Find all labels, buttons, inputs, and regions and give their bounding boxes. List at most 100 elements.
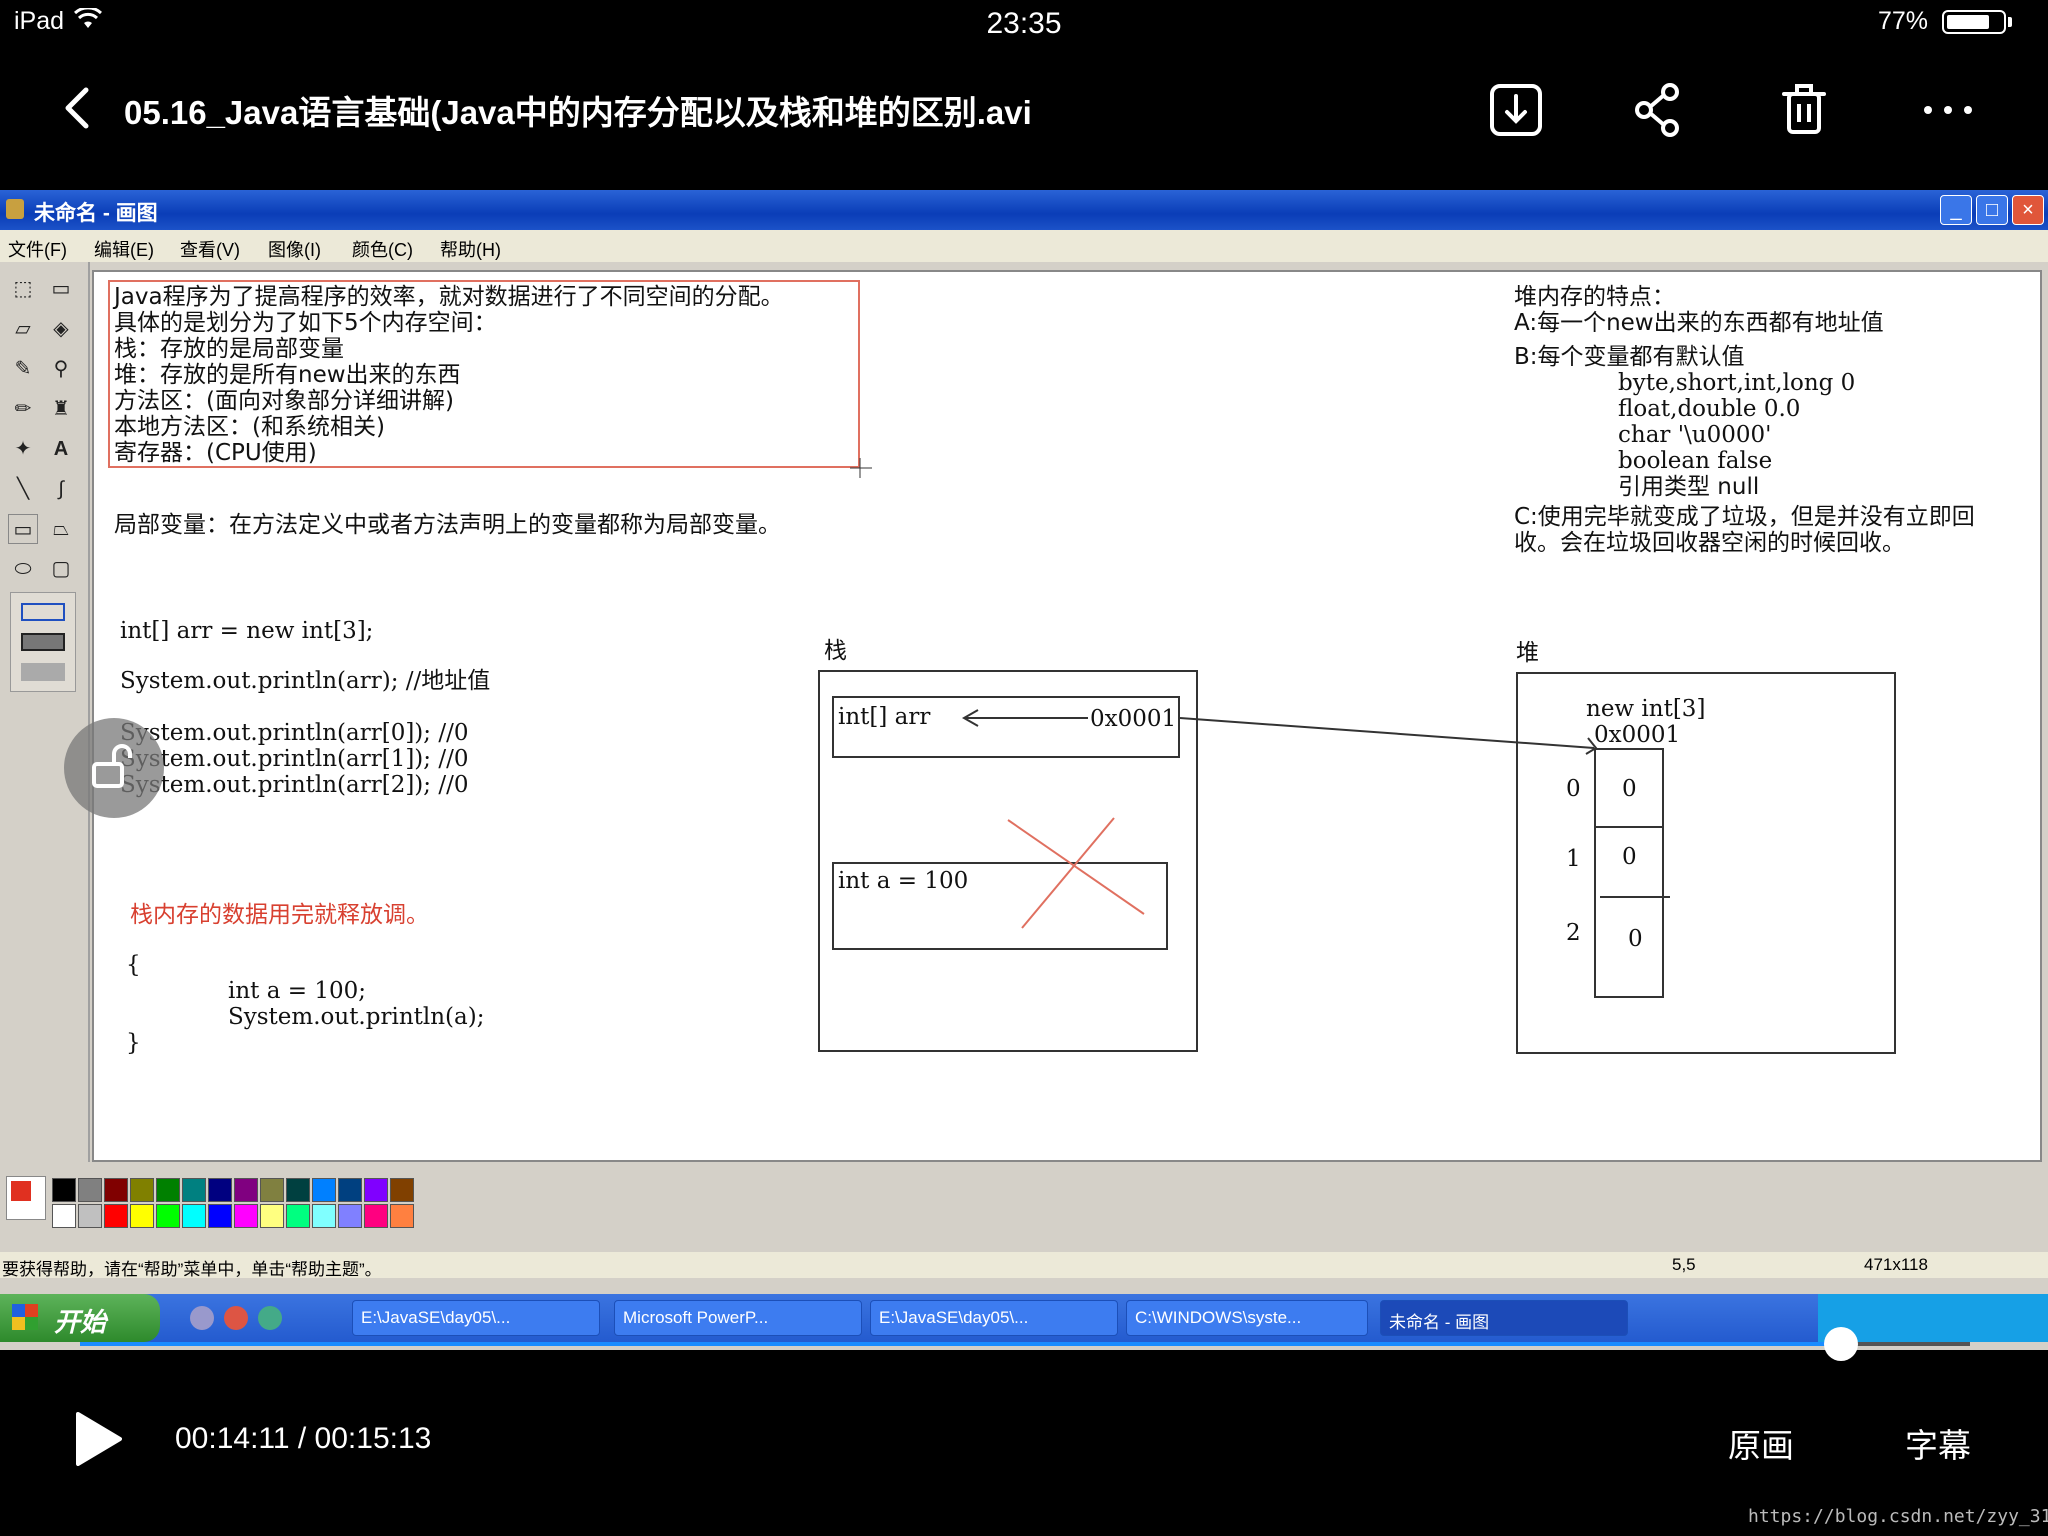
color-swatch [52, 1178, 76, 1202]
quicklaunch-desktop-icon [190, 1306, 214, 1330]
reference-arrow [1179, 717, 1595, 749]
color-swatch [208, 1178, 232, 1202]
clock: 23:35 [986, 7, 1062, 40]
menu-edit: 编辑(E) [94, 240, 154, 260]
video-frame[interactable]: 未命名 - 画图 _ □ × 文件(F) 编辑(E) 查看(V) 图像(I) 颜… [0, 190, 2048, 1350]
color-swatch [78, 1178, 102, 1202]
airbrush-icon: ✦ [14, 438, 32, 460]
selection-size: 471x118 [1864, 1255, 1928, 1274]
windows-logo-icon [12, 1304, 38, 1330]
download-icon[interactable] [1486, 80, 1546, 140]
close-icon: × [2012, 195, 2044, 225]
quicklaunch-media-icon [224, 1306, 248, 1330]
battery-icon [1942, 10, 2006, 34]
seek-bar[interactable] [80, 1342, 1970, 1346]
color-swatch [234, 1178, 258, 1202]
color-swatch [182, 1204, 206, 1228]
diagram-lines [850, 458, 1598, 929]
paint-app-icon [6, 199, 24, 219]
color-palette [0, 1170, 2048, 1240]
taskbar-item-active: 未命名 - 画图 [1380, 1300, 1628, 1336]
paint-status-bar: 要获得帮助，请在“帮助”菜单中，单击“帮助主题”。 5,5 471x118 [0, 1252, 2048, 1279]
color-swatch [338, 1178, 362, 1202]
seek-handle[interactable] [1824, 1327, 1858, 1361]
rounded-rect-icon: ▢ [51, 558, 71, 580]
text-tool-icon: A [53, 438, 69, 460]
maximize-icon: □ [1976, 195, 2008, 225]
play-icon[interactable] [74, 1412, 122, 1466]
video-title: 05.16_Java语言基础(Java中的内存分配以及栈和堆的区别.avi [124, 94, 1032, 131]
help-hint: 要获得帮助，请在“帮助”菜单中，单击“帮助主题”。 [2, 1260, 382, 1279]
fill-style-filled-outline [21, 633, 65, 651]
quicklaunch-ie-icon [258, 1306, 282, 1330]
magnifier-icon: ⚲ [53, 358, 69, 380]
menu-view: 查看(V) [180, 240, 240, 260]
taskbar-item: C:\WINDOWS\syste... [1126, 1300, 1368, 1336]
paint-toolbox: ⬚ ▭ ▱ ◈ ✎ ⚲ ✏ ♜ ✦ A ╲ ∫ ▭ ⏢ ⬭ ▢ [0, 262, 90, 1162]
color-swatch [364, 1204, 388, 1228]
color-swatch [338, 1204, 362, 1228]
color-swatch [234, 1204, 258, 1228]
trash-icon[interactable] [1774, 80, 1834, 140]
taskbar-item: E:\JavaSE\day05\... [352, 1300, 600, 1336]
menu-colors: 颜色(C) [352, 240, 413, 260]
paint-menu-bar: 文件(F) 编辑(E) 查看(V) 图像(I) 颜色(C) 帮助(H) [0, 230, 2048, 262]
line-icon: ╲ [16, 478, 30, 500]
fill-icon: ◈ [53, 318, 69, 340]
color-swatch [130, 1204, 154, 1228]
color-swatch [260, 1178, 284, 1202]
cursor-coords: 5,5 [1672, 1255, 1696, 1274]
color-swatch [312, 1178, 336, 1202]
ios-status-bar: iPad 23:35 77% [0, 0, 2048, 42]
start-label: 开始 [54, 1307, 107, 1337]
brush-icon: ♜ [52, 398, 70, 420]
battery-nub [2008, 17, 2012, 27]
color-swatch [390, 1204, 414, 1228]
taskbar-item: Microsoft PowerP... [614, 1300, 862, 1336]
player-top-bar: 05.16_Java语言基础(Java中的内存分配以及栈和堆的区别.avi [0, 60, 2048, 160]
back-chevron-icon[interactable] [52, 80, 108, 136]
paint-canvas: Java程序为了提高程序的效率，就对数据进行了不同空间的分配。 具体的是划分为了… [92, 270, 2042, 1162]
color-swatch [130, 1178, 154, 1202]
watermark: https://blog.csdn.net/zyy_315 [1748, 1506, 2048, 1527]
eraser-icon: ▱ [15, 318, 31, 340]
color-swatch [390, 1178, 414, 1202]
color-swatch [52, 1204, 76, 1228]
reference-arrowhead [1585, 737, 1598, 755]
color-swatch [286, 1204, 310, 1228]
menu-image: 图像(I) [268, 240, 321, 260]
strike-cross-line [1021, 817, 1115, 929]
menu-help: 帮助(H) [440, 240, 501, 260]
paint-window-title: 未命名 - 画图 [34, 202, 158, 225]
color-swatch [78, 1204, 102, 1228]
xp-taskbar: 开始 E:\JavaSE\day05\... Microsoft PowerP.… [0, 1294, 2048, 1342]
color-swatch [156, 1178, 180, 1202]
quality-original-button[interactable]: 原画 [1728, 1419, 1794, 1467]
rectangle-tool-icon: ▭ [8, 514, 38, 544]
playback-time: 00:14:11 / 00:15:13 [175, 1422, 432, 1455]
rotation-lock-button[interactable] [64, 718, 164, 818]
color-swatch [182, 1178, 206, 1202]
start-button: 开始 [0, 1294, 160, 1342]
ellipse-icon: ⬭ [14, 558, 32, 580]
paint-title-bar: 未命名 - 画图 _ □ × [0, 190, 2048, 230]
fill-style-outline [21, 603, 65, 621]
more-icon[interactable] [1918, 80, 1978, 140]
subtitles-button[interactable]: 字幕 [1905, 1419, 1971, 1467]
taskbar-item: E:\JavaSE\day05\... [870, 1300, 1118, 1336]
rect-select-icon: ▭ [51, 278, 71, 300]
curve-icon: ∫ [58, 478, 64, 500]
color-swatch [104, 1204, 128, 1228]
color-swatch [104, 1178, 128, 1202]
pencil-icon: ✏ [14, 398, 32, 420]
share-icon[interactable] [1628, 80, 1688, 140]
strike-cross-line [1007, 819, 1145, 915]
color-swatch [208, 1204, 232, 1228]
battery-percent: 77% [1877, 7, 1928, 35]
picker-icon: ✎ [14, 358, 32, 380]
current-colors [6, 1176, 46, 1220]
color-swatch [364, 1178, 388, 1202]
color-swatch [260, 1204, 284, 1228]
fill-style-options [10, 592, 76, 692]
color-swatch [286, 1178, 310, 1202]
